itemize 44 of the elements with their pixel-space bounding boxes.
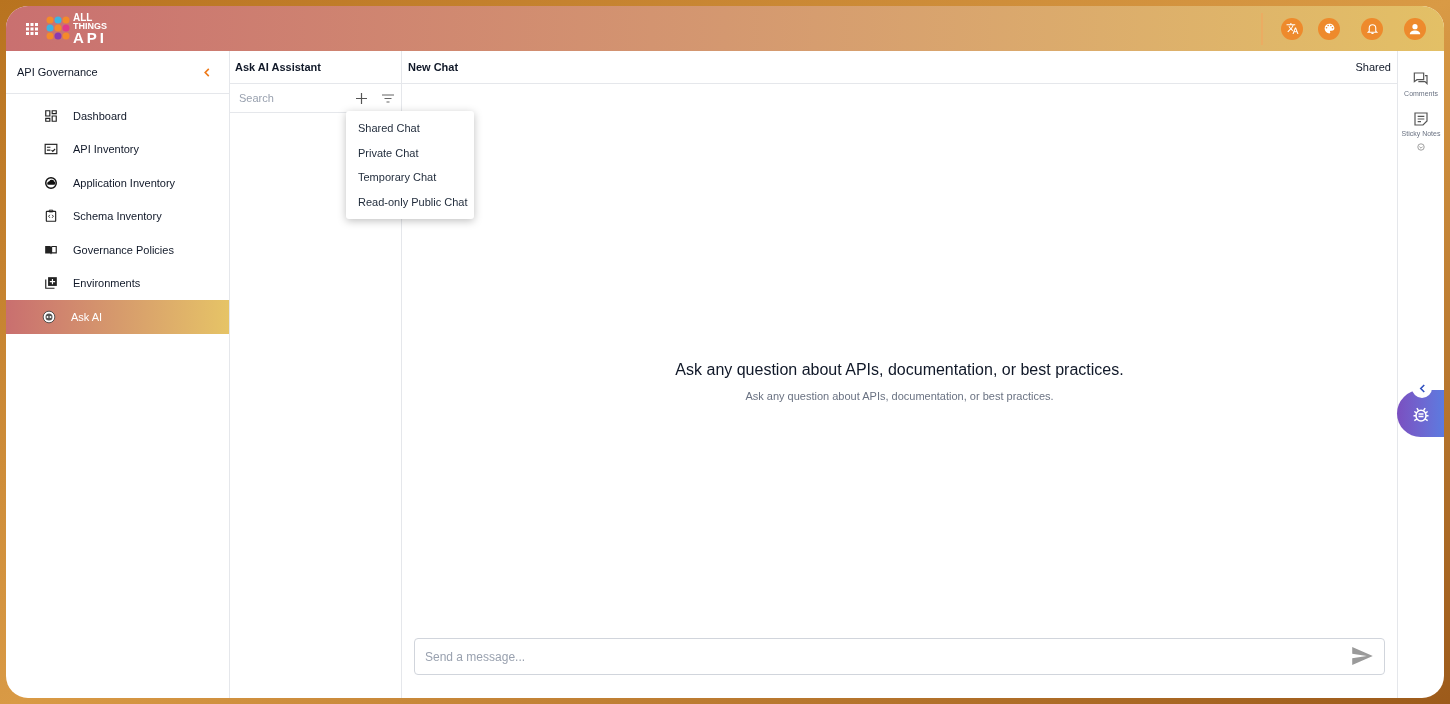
sidebar-title: API Governance — [17, 64, 98, 80]
person-icon — [1408, 21, 1422, 36]
sidebar-item[interactable]: Governance Policies — [6, 233, 229, 267]
expand-more-icon[interactable] — [1417, 143, 1425, 151]
search-field[interactable]: Search — [239, 89, 339, 107]
checklist-icon — [44, 142, 58, 157]
apps-grid-icon[interactable] — [26, 22, 38, 35]
visibility-label: Shared — [1355, 59, 1391, 75]
sidebar-item[interactable]: Dashboard — [6, 99, 229, 133]
add-icon[interactable] — [356, 92, 367, 104]
bell-icon — [1365, 22, 1379, 35]
notifications-button[interactable] — [1361, 17, 1383, 40]
menu-item[interactable]: Shared Chat — [346, 116, 474, 141]
message-field[interactable]: Send a message... — [414, 638, 1385, 675]
collapse-icon[interactable] — [203, 67, 211, 77]
logo-dots-icon — [46, 15, 72, 42]
palette-icon — [1322, 22, 1336, 35]
bug-report-button[interactable] — [1397, 390, 1444, 437]
menu-item[interactable]: Read-only Public Chat — [346, 189, 474, 214]
chat-title: New Chat — [408, 59, 459, 75]
menu-item[interactable]: Private Chat — [346, 140, 474, 165]
chevron-left-icon — [1418, 383, 1426, 393]
menu-item[interactable]: Temporary Chat — [346, 165, 474, 190]
logo-text: ALL THINGS API — [73, 12, 107, 45]
schema-icon — [44, 209, 58, 224]
empty-state-subtitle: Ask any question about APIs, documentation, or best practices. — [745, 388, 1054, 404]
sidebar-item[interactable]: Schema Inventory — [6, 199, 229, 233]
comments-icon — [1413, 71, 1429, 87]
empty-state-title: Ask any question about APIs, documentation, or best practices. — [675, 359, 1124, 380]
cloud-icon — [44, 175, 58, 190]
robot-icon — [42, 309, 56, 324]
sidebar-item[interactable]: API Inventory — [6, 132, 229, 166]
send-icon[interactable] — [1352, 647, 1373, 665]
panel-title: Ask AI Assistant — [235, 59, 321, 75]
sidebar-item[interactable]: Environments — [6, 266, 229, 300]
theme-button[interactable] — [1318, 17, 1340, 40]
sidebar-item[interactable]: Application Inventory — [6, 166, 229, 200]
profile-button[interactable] — [1404, 17, 1426, 40]
filter-icon[interactable] — [382, 93, 394, 103]
translate-icon — [1285, 22, 1299, 35]
dashboard-icon — [44, 108, 58, 123]
translate-button[interactable] — [1281, 17, 1303, 40]
library-add-icon — [44, 276, 58, 291]
note-icon — [1413, 111, 1429, 127]
